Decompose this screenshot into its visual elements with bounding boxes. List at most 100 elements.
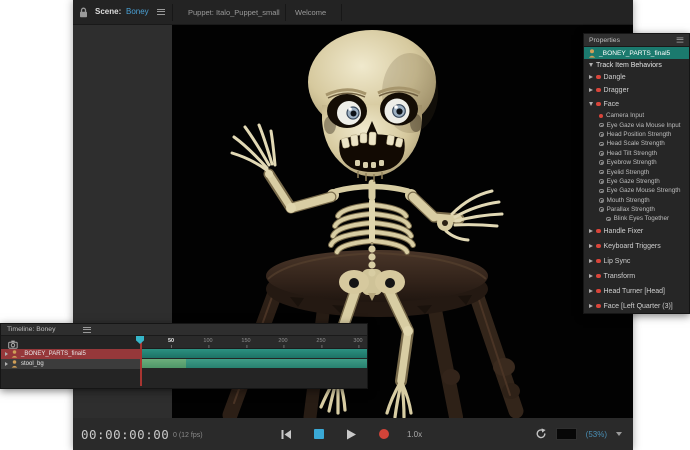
- behavior-transform[interactable]: Transform: [584, 269, 689, 284]
- record-dot-icon[interactable]: [599, 114, 603, 118]
- track-bar-boney-parts[interactable]: [141, 349, 367, 358]
- record-dot-icon[interactable]: [596, 304, 601, 309]
- refresh-icon[interactable]: [535, 428, 547, 440]
- panel-menu-icon[interactable]: [83, 327, 91, 333]
- target-ring-icon[interactable]: [599, 123, 604, 128]
- properties-header: Properties: [584, 34, 689, 47]
- record-dot-icon[interactable]: [596, 274, 601, 279]
- param-eyelid-strength[interactable]: Eyelid Strength: [584, 167, 689, 176]
- playback-speed[interactable]: 1.0x: [407, 430, 422, 439]
- param-eyebrow-strength[interactable]: Eyebrow Strength: [584, 158, 689, 167]
- behavior-face-left-quarter[interactable]: Face [Left Quarter (3)]: [584, 299, 689, 314]
- zoom-level[interactable]: (53%): [586, 430, 607, 439]
- timeline-track-boney-parts[interactable]: _BONEY_PARTS_final5: [1, 349, 141, 359]
- timecode: 00:00:00:00: [81, 427, 169, 442]
- param-eye-gaze-strength[interactable]: Eye Gaze Strength: [584, 177, 689, 186]
- timeline-header: Timeline: Boney: [1, 324, 367, 336]
- target-ring-icon[interactable]: [599, 151, 604, 156]
- right-eye: [385, 99, 410, 124]
- timeline-panel: Timeline: Boney 50 100 150 200 250 300: [0, 323, 368, 389]
- timeline-title: Timeline: Boney: [7, 326, 55, 333]
- param-head-scale-strength[interactable]: Head Scale Strength: [584, 139, 689, 148]
- target-ring-icon[interactable]: [599, 160, 604, 165]
- puppet-icon: [11, 360, 18, 368]
- tab-puppet[interactable]: Puppet: Italo_Puppet_small: [188, 8, 280, 17]
- selected-puppet-label: _BONEY_PARTS_final5: [599, 50, 670, 57]
- param-head-position-strength[interactable]: Head Position Strength: [584, 130, 689, 139]
- target-ring-icon[interactable]: [599, 189, 604, 194]
- record-dot-icon[interactable]: [596, 289, 601, 294]
- stop-button[interactable]: [314, 429, 324, 439]
- target-ring-icon[interactable]: [599, 142, 604, 147]
- play-button[interactable]: [346, 429, 357, 440]
- target-ring-icon[interactable]: [599, 132, 604, 137]
- target-ring-icon[interactable]: [599, 170, 604, 175]
- chevron-right-icon[interactable]: [589, 259, 593, 263]
- background-color-swatch[interactable]: [556, 428, 577, 440]
- ruler-label: 200: [278, 338, 287, 344]
- go-to-start-button[interactable]: [280, 429, 292, 440]
- scene-name-link[interactable]: Boney: [126, 7, 149, 16]
- record-dot-icon[interactable]: [596, 244, 601, 249]
- chevron-right-icon[interactable]: [589, 75, 593, 79]
- timeline-ruler[interactable]: 50 100 150 200 250 300: [141, 336, 368, 349]
- chevron-right-icon[interactable]: [5, 352, 8, 356]
- behavior-lip-sync[interactable]: Lip Sync: [584, 254, 689, 269]
- properties-panel: Properties _BONEY_PARTS_final5 Track Ite…: [583, 33, 690, 314]
- left-eye: [337, 101, 361, 125]
- behavior-head-turner[interactable]: Head Turner [Head]: [584, 284, 689, 299]
- ruler-label: 50: [168, 338, 174, 344]
- chevron-right-icon[interactable]: [589, 289, 593, 293]
- target-ring-icon[interactable]: [606, 217, 611, 222]
- ruler-label: 150: [241, 338, 250, 344]
- panel-menu-icon[interactable]: [677, 37, 684, 42]
- frame-info: 0 (12 fps): [173, 432, 203, 439]
- section-track-item-behaviors[interactable]: Track Item Behaviors: [584, 59, 689, 71]
- param-parallax-strength[interactable]: Parallax Strength: [584, 205, 689, 214]
- behavior-handle-fixer[interactable]: Handle Fixer: [584, 224, 689, 239]
- screenshot-root: Scene: Boney Puppet: Italo_Puppet_small …: [0, 0, 690, 450]
- target-ring-icon[interactable]: [599, 179, 604, 184]
- param-head-tilt-strength[interactable]: Head Tilt Strength: [584, 149, 689, 158]
- lock-icon[interactable]: [79, 7, 88, 18]
- param-blink-eyes-together[interactable]: Blink Eyes Together: [584, 214, 689, 223]
- target-ring-icon[interactable]: [599, 207, 604, 212]
- timeline-track-stool-bg[interactable]: stool_bg: [1, 359, 141, 369]
- puppet-icon: [11, 350, 18, 358]
- chevron-right-icon[interactable]: [589, 304, 593, 308]
- scene-menu-icon[interactable]: [157, 9, 165, 15]
- track-bar-stool-bg-segment[interactable]: [141, 359, 186, 368]
- record-dot-icon[interactable]: [596, 229, 601, 234]
- record-button[interactable]: [379, 429, 389, 439]
- selected-puppet-row[interactable]: _BONEY_PARTS_final5: [584, 47, 689, 59]
- chevron-down-icon[interactable]: [616, 432, 622, 436]
- param-eye-gaze-via-mouse-input[interactable]: Eye Gaze via Mouse Input: [584, 120, 689, 129]
- param-mouth-strength[interactable]: Mouth Strength: [584, 196, 689, 205]
- behavior-dangle[interactable]: Dangle: [584, 71, 689, 83]
- ruler-label: 100: [203, 338, 212, 344]
- record-dot-icon[interactable]: [596, 88, 601, 93]
- tab-welcome[interactable]: Welcome: [295, 8, 326, 17]
- transport-bar: 00:00:00:00 0 (12 fps) 1.0x: [73, 418, 633, 450]
- record-dot-icon[interactable]: [596, 75, 601, 80]
- param-camera-input[interactable]: Camera Input: [584, 111, 689, 120]
- scene-label: Scene:: [95, 7, 121, 16]
- tab-separator: [172, 4, 173, 21]
- tab-separator: [285, 4, 286, 21]
- behavior-keyboard-triggers[interactable]: Keyboard Triggers: [584, 239, 689, 254]
- param-eye-gaze-mouse-strength[interactable]: Eye Gaze Mouse Strength: [584, 186, 689, 195]
- chevron-down-icon[interactable]: [589, 63, 593, 67]
- chevron-right-icon[interactable]: [589, 244, 593, 248]
- target-ring-icon[interactable]: [599, 198, 604, 203]
- chevron-right-icon[interactable]: [589, 274, 593, 278]
- chevron-right-icon[interactable]: [589, 229, 593, 233]
- chevron-right-icon[interactable]: [5, 362, 8, 366]
- record-dot-icon[interactable]: [596, 259, 601, 264]
- camera-icon[interactable]: [8, 340, 18, 349]
- behavior-face[interactable]: Face: [584, 97, 689, 111]
- chevron-down-icon[interactable]: [589, 102, 593, 106]
- behavior-dragger[interactable]: Dragger: [584, 83, 689, 97]
- chevron-right-icon[interactable]: [589, 88, 593, 92]
- record-dot-icon[interactable]: [596, 102, 601, 107]
- top-bar: Scene: Boney Puppet: Italo_Puppet_small …: [73, 0, 633, 25]
